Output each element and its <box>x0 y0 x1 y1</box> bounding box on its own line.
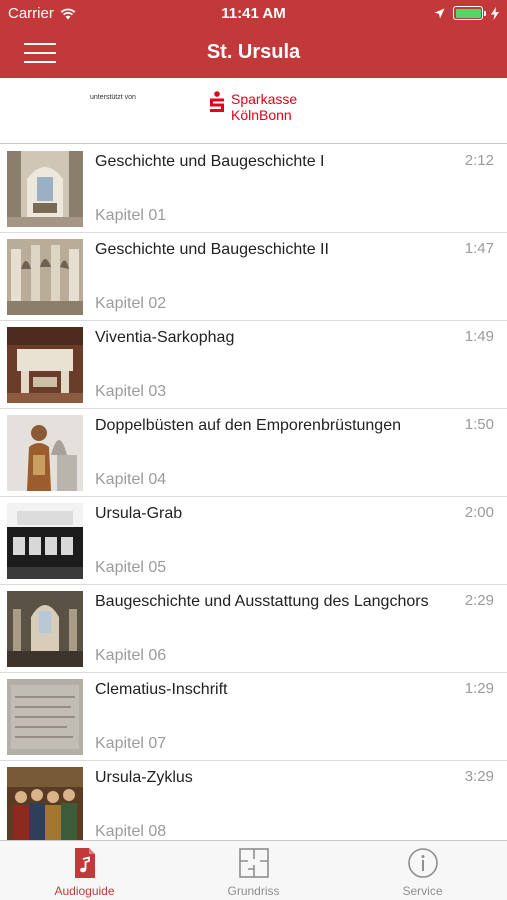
track-duration: 1:47 <box>464 240 494 257</box>
track-chapter: Kapitel 05 <box>95 559 167 576</box>
track-row-06[interactable]: Baugeschichte und Ausstattung des Langch… <box>0 585 507 673</box>
page-title: St. Ursula <box>206 41 301 63</box>
sparkasse-logo: Sparkasse KölnBonn <box>209 91 297 123</box>
tab-label: Grundriss <box>227 884 280 898</box>
track-chapter: Kapitel 04 <box>95 471 167 488</box>
sparkasse-brand-text: Sparkasse KölnBonn <box>231 91 297 123</box>
track-chapter: Kapitel 06 <box>95 647 167 664</box>
tab-audioguide[interactable]: Audioguide <box>0 841 169 900</box>
location-arrow-icon <box>434 8 445 18</box>
track-duration: 2:29 <box>464 592 494 609</box>
battery-icon <box>453 6 486 20</box>
track-row-03[interactable]: Viventia-Sarkophag 1:49 Kapitel 03 <box>0 321 507 409</box>
track-chapter: Kapitel 02 <box>95 295 167 312</box>
track-thumbnail <box>7 679 83 755</box>
logo-line-2: KölnBonn <box>231 107 292 123</box>
tab-service[interactable]: Service <box>338 841 507 900</box>
status-right-group <box>434 6 499 20</box>
track-thumbnail <box>7 415 83 491</box>
track-title: Geschichte und Baugeschichte I <box>95 153 325 170</box>
tab-label: Service <box>402 884 443 898</box>
track-thumbnail <box>7 239 83 315</box>
logo-line-1: Sparkasse <box>231 91 298 107</box>
track-list[interactable]: Geschichte und Baugeschichte I 2:12 Kapi… <box>0 145 507 840</box>
track-chapter: Kapitel 07 <box>95 735 167 752</box>
status-bar: Carrier 11:41 AM <box>0 0 507 28</box>
tab-bar: Audioguide Grundriss Service <box>0 840 507 900</box>
status-time: 11:41 AM <box>221 5 286 22</box>
music-note-icon <box>75 848 95 878</box>
track-title: Clematius-Inschrift <box>95 681 228 698</box>
track-duration: 1:50 <box>464 416 494 433</box>
sparkasse-s-icon <box>210 91 224 112</box>
track-row-05[interactable]: Ursula-Grab 2:00 Kapitel 05 <box>0 497 507 585</box>
track-title: Geschichte und Baugeschichte II <box>95 241 329 258</box>
supported-by-text: unterstützt von <box>90 94 136 101</box>
track-duration: 2:12 <box>464 152 494 169</box>
track-thumbnail <box>7 151 83 227</box>
track-chapter: Kapitel 08 <box>95 823 167 840</box>
navigation-bar: St. Ursula <box>0 28 507 78</box>
track-title: Ursula-Grab <box>95 505 183 522</box>
track-chapter: Kapitel 01 <box>95 207 167 224</box>
tab-grundriss[interactable]: Grundriss <box>169 841 338 900</box>
track-row-02[interactable]: Geschichte und Baugeschichte II 1:47 Kap… <box>0 233 507 321</box>
track-title: Viventia-Sarkophag <box>95 329 235 346</box>
track-duration: 1:49 <box>464 328 494 345</box>
tab-label: Audioguide <box>54 884 115 898</box>
sponsor-banner[interactable]: unterstützt von Sparkasse KölnBonn <box>0 78 507 144</box>
track-row-07[interactable]: Clematius-Inschrift 1:29 Kapitel 07 <box>0 673 507 761</box>
charging-bolt-icon <box>491 6 499 20</box>
track-title: Baugeschichte und Ausstattung des Langch… <box>95 593 429 610</box>
track-thumbnail <box>7 767 83 840</box>
track-thumbnail <box>7 591 83 667</box>
track-row-04[interactable]: Doppelbüsten auf den Emporenbrüstungen 1… <box>0 409 507 497</box>
info-icon <box>408 848 438 878</box>
track-duration: 3:29 <box>464 768 494 785</box>
floor-plan-icon <box>239 848 269 878</box>
track-title: Doppelbüsten auf den Emporenbrüstungen <box>95 417 401 434</box>
track-duration: 2:00 <box>464 504 494 521</box>
track-chapter: Kapitel 03 <box>95 383 167 400</box>
track-row-08[interactable]: Ursula-Zyklus 3:29 Kapitel 08 <box>0 761 507 840</box>
track-thumbnail <box>7 503 83 579</box>
track-row-01[interactable]: Geschichte und Baugeschichte I 2:12 Kapi… <box>0 145 507 233</box>
track-thumbnail <box>7 327 83 403</box>
track-duration: 1:29 <box>464 680 494 697</box>
track-title: Ursula-Zyklus <box>95 769 193 786</box>
